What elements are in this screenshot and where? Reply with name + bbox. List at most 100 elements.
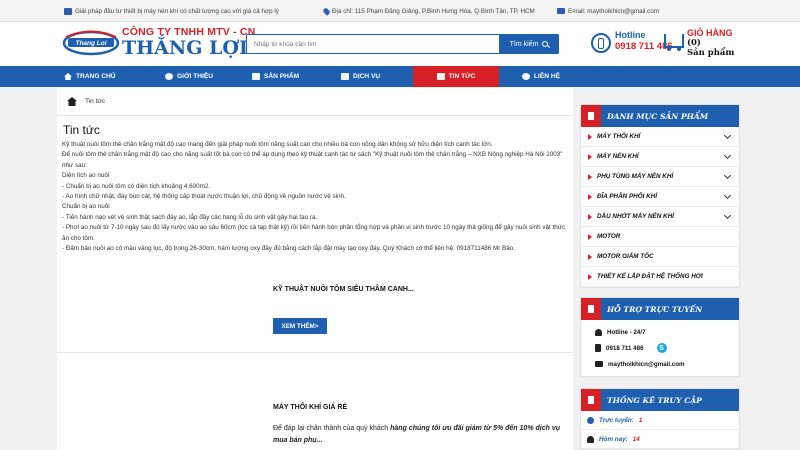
company-line-2: THẮNG LỢI [122, 37, 248, 59]
article-paragraph: Diện tích ao nuôi [62, 172, 110, 180]
read-more-button[interactable]: XEM THÊM> [273, 318, 327, 334]
stats-box: THỐNG KÊ TRUY CẬP Trực tuyến: 1 Hôm nay:… [580, 388, 740, 450]
nav-item-services[interactable]: DỊCH VỤ [341, 66, 380, 87]
main-content: Tin tức Tin tức Kỹ thuật nuôi tôm thẻ ch… [57, 88, 573, 450]
chevron-down-icon[interactable] [723, 151, 732, 160]
category-item[interactable]: THIẾT KẾ LẮP ĐẶT HỆ THỐNG HƠI [581, 267, 739, 287]
category-item[interactable]: MOTOR [581, 227, 739, 247]
contact-icon [522, 73, 530, 80]
nav-item-label: SẢN PHẨM [264, 73, 300, 80]
search-button-label: Tìm kiếm [509, 40, 539, 48]
category-item[interactable]: MÁY THỔI KHÍ [581, 127, 739, 147]
post-title-link[interactable]: KỸ THUẬT NUÔI TÔM SIÊU THÂM CANH... [273, 286, 414, 293]
skype-icon[interactable]: S [656, 343, 667, 353]
email-text[interactable]: Email: maythoikhicn@gmail.com [568, 8, 659, 15]
info-icon [165, 73, 173, 80]
map-pin-icon [322, 6, 331, 16]
article-paragraph: Kỹ thuật nuôi tôm thẻ chân trắng mật độ … [62, 141, 493, 148]
email[interactable]: Email: maythoikhicn@gmail.com [557, 0, 659, 22]
support-email-row[interactable]: maythoikhicn@gmail.com [581, 356, 739, 372]
chevron-down-icon[interactable] [723, 191, 732, 200]
category-item[interactable]: DẦU NHỚT MÁY NÉN KHÍ [581, 207, 739, 227]
stat-value: 1 [638, 416, 643, 424]
article-body: Kỹ thuật nuôi tôm thẻ chân trắng mật độ … [62, 140, 567, 254]
category-label: MÁY THỔI KHÍ [597, 133, 641, 140]
post-title-link[interactable]: MÁY THỔI KHÍ GIÁ RẺ [273, 404, 347, 411]
company-name: CÔNG TY TNHH MTV - CN THẮNG LỢI [122, 26, 256, 58]
support-phone-row[interactable]: 0918 711 486 S [581, 340, 739, 356]
logo-graphic: Thang Loi [62, 30, 120, 56]
nav-item-contact[interactable]: LIÊN HỆ [522, 66, 560, 87]
breadcrumb: Tin tức [57, 88, 573, 116]
list-icon [581, 105, 601, 127]
category-item[interactable]: MOTOR GIẢM TỐC [581, 247, 739, 267]
support-header: HỖ TRỢ TRỰC TUYẾN [581, 298, 739, 320]
page-title: Tin tức [63, 123, 100, 137]
nav-item-about[interactable]: GIỚI THIỆU [165, 66, 213, 87]
category-item[interactable]: PHỤ TÙNG MÁY NÉN KHÍ [581, 167, 739, 187]
stats-icon [581, 389, 601, 411]
category-label: MOTOR [597, 233, 621, 240]
person-icon [595, 328, 602, 336]
slogan: Giải pháp đầu tư thiết bị máy nén khí có… [64, 0, 279, 22]
breadcrumb-current: Tin tức [85, 98, 106, 105]
post-excerpt-plain: Để đáp lại chân thành của quý khách [273, 425, 391, 432]
company-logo[interactable]: Thang Loi [62, 28, 120, 56]
top-info-bar: Giải pháp đầu tư thiết bị máy nén khí có… [0, 0, 800, 22]
caret-right-icon [588, 213, 592, 220]
address-text: Địa chỉ: 115 Phạm Đăng Giảng, P.Bình Hưn… [332, 7, 535, 15]
globe-icon [587, 416, 594, 424]
article-paragraph: Chuẩn bị ao nuôi [62, 203, 110, 211]
address: Địa chỉ: 115 Phạm Đăng Giảng, P.Bình Hưn… [322, 0, 535, 22]
chevron-down-icon[interactable] [723, 131, 732, 140]
category-item[interactable]: MÁY NÉN KHÍ [581, 147, 739, 167]
chevron-down-icon[interactable] [723, 171, 732, 180]
search-box: Tìm kiếm [246, 34, 559, 54]
nav-item-home[interactable]: TRANG CHỦ [64, 66, 116, 87]
article-paragraph: - Phơi ao nuôi từ 7-10 ngày sau đó lấy n… [62, 224, 566, 242]
caret-right-icon [588, 273, 592, 280]
categories-title: DANH MỤC SẢN PHẨM [607, 111, 709, 121]
truck-icon [64, 7, 72, 15]
search-icon [542, 41, 549, 47]
news-icon [436, 73, 445, 80]
hotline[interactable]: Hotline 0918 711 486 [591, 30, 673, 53]
site-header: Thang Loi CÔNG TY TNHH MTV - CN THẮNG LỢ… [0, 22, 800, 66]
divider [57, 352, 573, 353]
home-icon[interactable] [67, 97, 77, 106]
support-icon [581, 298, 601, 320]
caret-right-icon [588, 253, 592, 260]
stats-header: THỐNG KÊ TRUY CẬP [581, 389, 739, 411]
cart-unit: Sản phẩm [687, 48, 735, 58]
shopping-cart[interactable]: GIỎ HÀNG (0) Sản phẩm [664, 28, 734, 58]
category-item[interactable]: ĐĨA PHÂN PHỐI KHÍ [581, 187, 739, 207]
article-paragraph: - Tiến hành nạo vét vệ sinh thật sạch đá… [62, 213, 318, 221]
nav-item-products[interactable]: SẢN PHẨM [252, 66, 299, 87]
support-title: HỖ TRỢ TRỰC TUYẾN [607, 304, 703, 314]
article-paragraph: - Ao hình chữ nhật, đáy bùn cát, hệ thốn… [62, 193, 346, 201]
nav-item-news[interactable]: TIN TỨC [413, 66, 499, 87]
category-label: THIẾT KẾ LẮP ĐẶT HỆ THỐNG HƠI [597, 273, 703, 280]
cart-count: (0) [687, 38, 701, 48]
post-excerpt: Để đáp lại chân thành của quý khách hàng… [273, 423, 571, 447]
chevron-down-icon[interactable] [723, 211, 732, 220]
caret-right-icon [588, 133, 592, 140]
home-icon [64, 73, 72, 80]
nav-item-label: TIN TỨC [448, 73, 476, 80]
support-email[interactable]: maythoikhicn@gmail.com [608, 361, 685, 368]
main-nav: TRANG CHỦ GIỚI THIỆU SẢN PHẨM DỊCH VỤ TI… [0, 66, 800, 87]
support-phone[interactable]: 0918 711 486 [606, 345, 644, 352]
search-input[interactable] [247, 35, 497, 53]
stat-today: Hôm nay: 14 [581, 430, 739, 449]
search-button[interactable]: Tìm kiếm [499, 34, 559, 54]
cart-icon [664, 34, 684, 51]
cart-label: GIỎ HÀNG [687, 28, 733, 38]
nav-item-label: DỊCH VỤ [353, 73, 381, 80]
phone-icon [591, 33, 611, 53]
caret-right-icon [588, 193, 592, 200]
support-box: HỖ TRỢ TRỰC TUYẾN Hotline - 24/7 0918 71… [580, 297, 740, 377]
caret-right-icon [588, 233, 592, 240]
logo-text: Thang Loi [75, 40, 106, 47]
stat-online: Trực tuyến: 1 [581, 411, 739, 430]
mobile-icon [595, 344, 601, 352]
